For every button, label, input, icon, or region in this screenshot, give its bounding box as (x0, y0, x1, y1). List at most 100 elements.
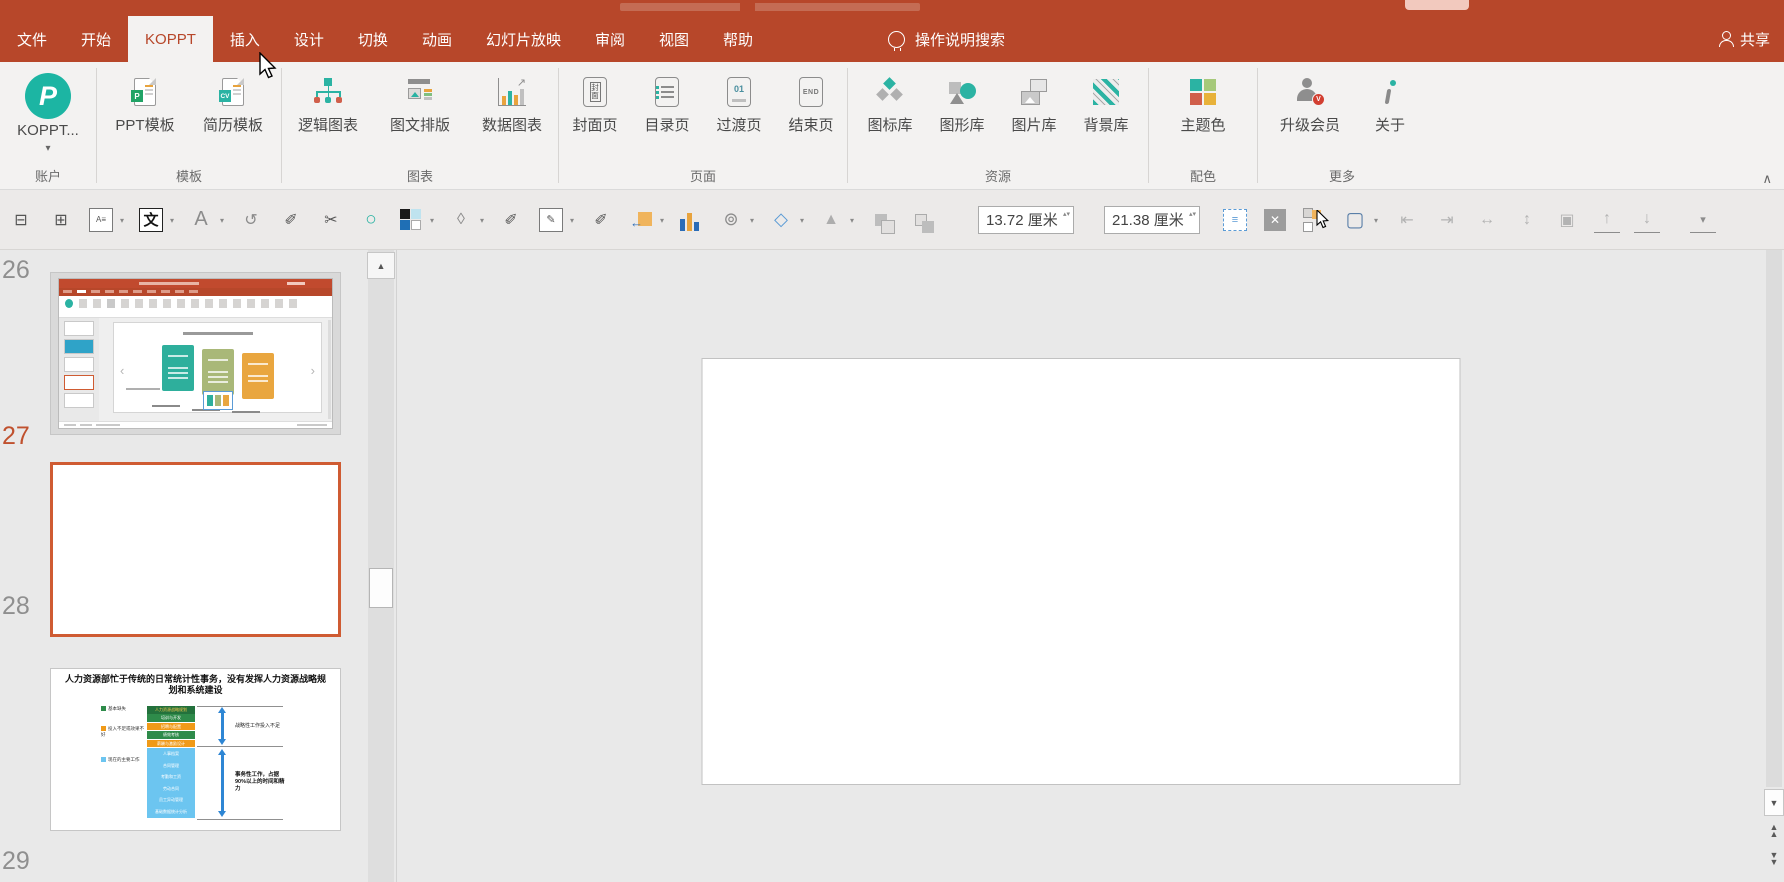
slide-28-thumbnail[interactable]: 人力资源部忙于传统的日常统计性事务，没有发挥人力资源战略规划和系统建设 基本缺失… (50, 668, 341, 831)
panel-scrollbar[interactable]: ▲ (366, 250, 397, 882)
logic-chart-icon (313, 78, 343, 106)
combine-shapes-icon[interactable]: ◇ ▾ (768, 207, 804, 233)
more-tools-icon[interactable]: ▾ (1690, 207, 1716, 233)
fill-bucket-icon[interactable]: ◊ ▾ (448, 207, 484, 233)
bring-forward-icon[interactable] (868, 207, 895, 234)
tab-animations[interactable]: 动画 (405, 16, 469, 62)
about-info-icon (1384, 78, 1396, 106)
picture-library-button[interactable]: 图片库 (998, 70, 1070, 166)
send-backward-icon[interactable] (908, 207, 934, 233)
combine-shapes-glyph: ◇ (774, 209, 788, 229)
tab-insert[interactable]: 插入 (213, 16, 277, 62)
tab-view[interactable]: 视图 (642, 16, 706, 62)
delete-x-icon[interactable]: ✕ (1262, 207, 1288, 233)
divider (197, 706, 283, 707)
distribute-vertical-icon[interactable]: ↕ (1514, 207, 1540, 233)
icon-library-button[interactable]: 图标库 (854, 70, 926, 166)
end-page-button[interactable]: END 结束页 (775, 70, 847, 166)
scroll-down-icon[interactable]: ▼ (1764, 789, 1784, 816)
tab-home[interactable]: 开始 (64, 16, 128, 62)
logic-chart-button[interactable]: 逻辑图表 (282, 70, 374, 166)
align-middle-icon[interactable]: ⊞ (48, 207, 74, 233)
flip-shape-icon[interactable]: ▲ ▾ (818, 207, 854, 233)
insert-chart-icon[interactable] (678, 207, 704, 233)
textbox-style-icon[interactable]: A≡ ▾ (88, 207, 124, 233)
collapse-ribbon-icon[interactable]: ∧ (1762, 171, 1772, 187)
text-frame-icon[interactable]: ≡ (1222, 207, 1248, 233)
shape-width-input[interactable]: 21.38 厘米 ▴▾ (1104, 205, 1200, 234)
font-effects-glyph: A (194, 208, 208, 230)
image-text-layout-button[interactable]: 图文排版 (374, 70, 466, 166)
align-left-icon[interactable]: ⇤ (1394, 207, 1420, 233)
slide-27-thumbnail-selected[interactable] (50, 462, 341, 637)
tab-file[interactable]: 文件 (0, 16, 64, 62)
tab-design[interactable]: 设计 (277, 16, 341, 62)
slide-26-thumbnail[interactable]: ‹ › (50, 272, 341, 435)
tab-review[interactable]: 审阅 (578, 16, 642, 62)
edit-shape-icon[interactable]: ✎ ▾ (538, 207, 574, 233)
slide28-annotation: 事务性工作，占据90%以上的时间和精力 (235, 772, 285, 792)
distribute-horizontal-icon[interactable]: ↔ (1474, 207, 1500, 233)
select-objects-icon[interactable] (1302, 207, 1330, 233)
theme-color-button[interactable]: 主题色 (1167, 70, 1239, 166)
vertical-text-glyph: 文 (139, 207, 163, 232)
merge-shapes-icon[interactable]: ⊚ ▾ (718, 207, 754, 233)
titlebar-button[interactable] (1405, 0, 1469, 10)
tab-koppt[interactable]: KOPPT (128, 16, 213, 62)
ribbon-group-more: V 升级会员 关于 更多 (1258, 62, 1426, 189)
position-icon[interactable]: ← ▾ (628, 207, 664, 233)
tell-me-search[interactable]: 操作说明搜索 (888, 16, 1005, 62)
shape-height-input[interactable]: 13.72 厘米 ▴▾ (978, 205, 1074, 234)
slide28-routine-block: 人事档案 合同管理 考勤和工资 劳动合同 员工异动管理 基础数据统计分析 (147, 748, 195, 818)
change-picture-icon[interactable]: ▣ (1554, 207, 1580, 233)
eyedropper-icon-2[interactable]: ✐ (498, 207, 524, 233)
vertical-text-icon[interactable]: 文 ▾ (138, 207, 174, 233)
vip-badge: V (1312, 93, 1325, 106)
main-scrollbar[interactable]: ▼ ▲ ▲ ▼ ▼ (1764, 250, 1784, 882)
upgrade-member-button[interactable]: V 升级会员 (1262, 70, 1358, 166)
font-effects-icon[interactable]: A ▾ (188, 207, 224, 233)
toc-page-button[interactable]: 目录页 (631, 70, 703, 166)
spinner-arrows-icon[interactable]: ▴▾ (1189, 209, 1196, 220)
reset-picture-icon[interactable]: ↺ (238, 207, 264, 233)
next-slide-icon[interactable]: ▼ ▼ (1767, 851, 1781, 867)
ribbon-group-pages: 封面 封面页 目录页 01 过渡页 END 结束页 页面 (559, 62, 847, 189)
placeholder-frame-glyph: ▢ (1345, 209, 1365, 231)
align-right-icon[interactable]: ⇥ (1434, 207, 1460, 233)
move-up-icon[interactable]: ↑ (1594, 207, 1620, 233)
image-text-layout-label: 图文排版 (389, 117, 450, 134)
resume-template-button[interactable]: CV 简历模板 (189, 70, 277, 166)
share-button[interactable]: 共享 (1718, 16, 1770, 62)
scrollbar-track[interactable] (368, 250, 394, 882)
scrollbar-track[interactable] (1766, 250, 1782, 787)
shape-library-button[interactable]: 图形库 (926, 70, 998, 166)
tab-transitions[interactable]: 切换 (341, 16, 405, 62)
scroll-up-icon[interactable]: ▲ (367, 252, 395, 279)
about-button[interactable]: 关于 (1358, 70, 1422, 166)
mini-slide-panel (59, 318, 99, 421)
spinner-arrows-icon[interactable]: ▴▾ (1063, 209, 1070, 220)
cover-page-button[interactable]: 封面 封面页 (559, 70, 631, 166)
eyedropper-icon-3[interactable]: ✐ (588, 207, 614, 233)
scrollbar-thumb[interactable] (369, 568, 393, 608)
data-chart-button[interactable]: ↗ 数据图表 (466, 70, 558, 166)
tab-slideshow[interactable]: 幻灯片放映 (469, 16, 578, 62)
background-library-button[interactable]: 背景库 (1070, 70, 1142, 166)
crop-icon[interactable]: ✂ (318, 207, 344, 233)
koppt-account-button[interactable]: P KOPPT... ▾ (2, 70, 94, 166)
slide-thumbnail-panel: 26 27 28 29 ‹ › 人力资源部忙于传统的日常统计性事务，没有发挥人力… (0, 250, 366, 882)
move-down-icon[interactable]: ↓ (1634, 207, 1660, 233)
fill-color-grid-icon[interactable]: ▾ (398, 207, 434, 233)
oval-tool-icon[interactable]: ○ (358, 207, 384, 233)
align-objects-icon[interactable]: ⊟ (8, 207, 34, 233)
blank-slide-surface[interactable] (701, 358, 1460, 785)
transition-page-button[interactable]: 01 过渡页 (703, 70, 775, 166)
ppt-template-button[interactable]: P PPT模板 (101, 70, 189, 166)
tab-help[interactable]: 帮助 (706, 16, 770, 62)
eyedropper-icon[interactable]: ✐ (278, 207, 304, 233)
lightbulb-icon (888, 30, 906, 51)
image-text-layout-icon (406, 78, 434, 106)
previous-slide-icon[interactable]: ▲ ▲ (1767, 823, 1781, 839)
placeholder-frame-icon[interactable]: ▢ ▾ (1342, 207, 1378, 233)
mini-titlebar (59, 279, 332, 288)
